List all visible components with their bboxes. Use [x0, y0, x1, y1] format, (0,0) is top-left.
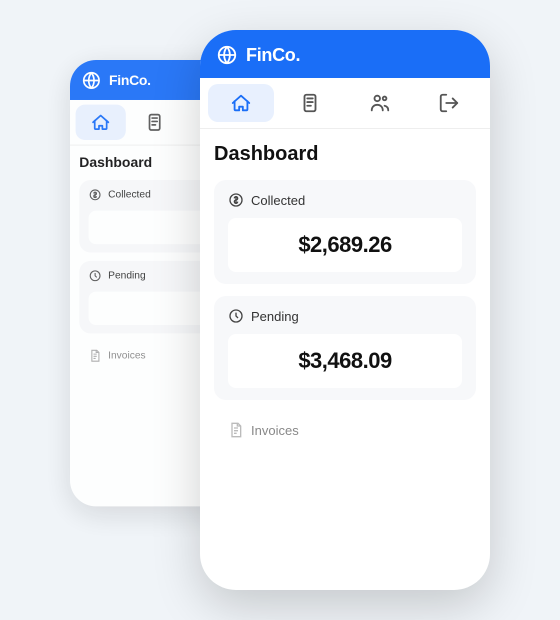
front-collected-value: $2,689.26: [298, 232, 391, 257]
collected-label-row: Collected: [228, 192, 462, 208]
back-nav-docs[interactable]: [130, 105, 180, 140]
back-collected-label: Collected: [108, 189, 151, 200]
front-invoices-nav[interactable]: Invoices: [214, 412, 476, 448]
back-pending-label: Pending: [108, 270, 146, 281]
front-app-name: FinCo.: [246, 45, 300, 66]
front-page-title: Dashboard: [214, 143, 476, 166]
front-nav-docs[interactable]: [278, 84, 344, 122]
invoices-icon: [89, 349, 102, 362]
front-documents-icon: [299, 92, 321, 114]
front-users-icon: [369, 92, 391, 114]
front-collected-value-box: $2,689.26: [228, 218, 462, 272]
globe-icon: [81, 70, 101, 90]
front-pending-label: Pending: [251, 309, 299, 324]
front-invoices-icon: [228, 422, 244, 438]
front-globe-icon: [216, 44, 238, 66]
front-logout-icon: [438, 92, 460, 114]
clock-icon: [89, 269, 102, 282]
front-clock-icon: [228, 308, 244, 324]
front-home-icon: [230, 92, 252, 114]
front-collected-card: Collected $2,689.26: [214, 180, 476, 284]
front-collected-label: Collected: [251, 193, 305, 208]
front-nav-home[interactable]: [208, 84, 274, 122]
documents-icon: [144, 112, 164, 132]
front-invoices-label: Invoices: [251, 423, 299, 438]
phone-front: FinCo.: [200, 30, 490, 590]
back-nav-home[interactable]: [76, 105, 126, 140]
front-pending-card: Pending $3,468.09: [214, 296, 476, 400]
front-nav-bar: [200, 78, 490, 129]
pending-label-row: Pending: [228, 308, 462, 324]
dollar-circle-icon: [89, 188, 102, 201]
phones-scene: FinCo.: [70, 30, 490, 590]
front-nav-logout[interactable]: [417, 84, 483, 122]
front-pending-value-box: $3,468.09: [228, 334, 462, 388]
front-dollar-circle-icon: [228, 192, 244, 208]
back-invoices-label: Invoices: [108, 350, 146, 361]
front-phone-header: FinCo.: [200, 30, 490, 78]
front-nav-users[interactable]: [347, 84, 413, 122]
back-app-name: FinCo.: [109, 73, 151, 89]
home-icon: [90, 112, 110, 132]
front-pending-value: $3,468.09: [298, 348, 391, 373]
front-phone-content: Dashboard Collected $2,689.26: [200, 129, 490, 462]
